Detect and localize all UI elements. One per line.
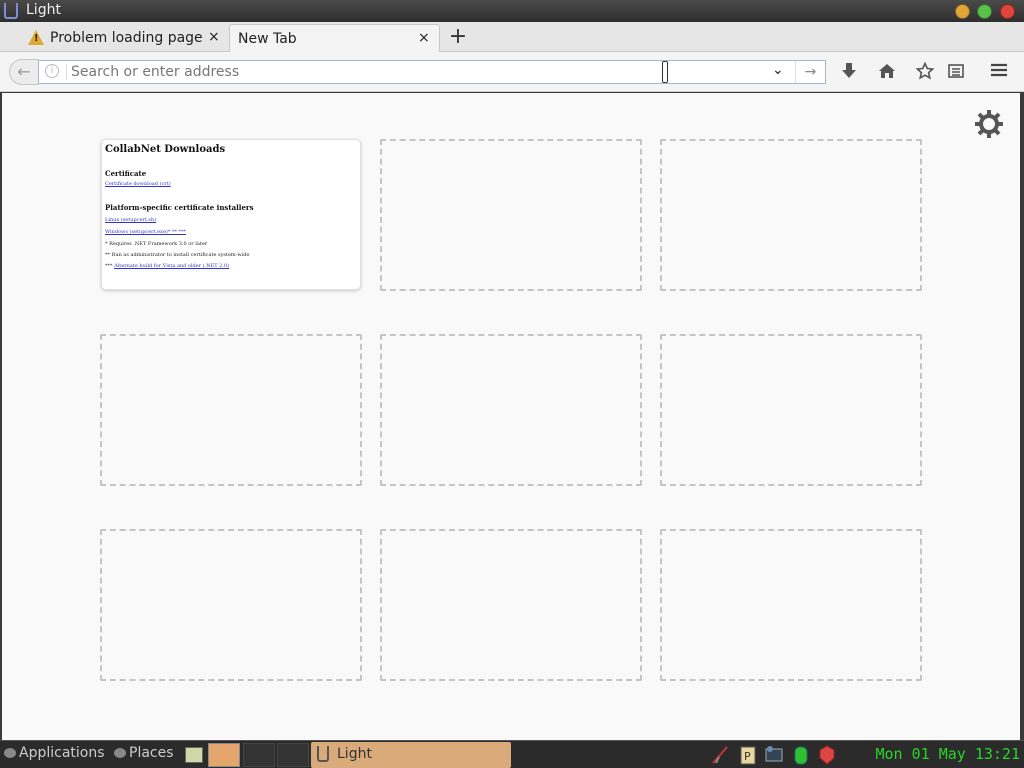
empty-tile[interactable]	[380, 334, 642, 486]
gears-icon	[114, 748, 126, 758]
empty-tile[interactable]	[380, 139, 642, 291]
clipboard-icon[interactable]: P	[738, 744, 758, 766]
url-bar[interactable]: i ⌄ →	[38, 60, 826, 84]
tab-close-button[interactable]: ×	[208, 29, 220, 45]
download-icon[interactable]	[838, 62, 860, 82]
thumbnail-note: *** Alternate build for Vista and older …	[105, 263, 357, 269]
workspace-3[interactable]	[277, 743, 309, 767]
bookmark-star-icon[interactable]	[914, 61, 936, 82]
places-menu[interactable]: Places	[114, 745, 174, 765]
navigation-toolbar: ← i ⌄ →	[0, 52, 1024, 92]
taskbar: Applications Places Light P Mon 01 May 1…	[0, 740, 1024, 768]
thumbnail-link: Certificate download (crt)	[105, 181, 171, 187]
notes-icon[interactable]	[185, 747, 203, 763]
maximize-button[interactable]	[977, 4, 992, 19]
new-tab-button[interactable]: +	[448, 24, 468, 49]
shield-icon[interactable]	[817, 744, 837, 766]
empty-tile[interactable]	[380, 529, 642, 681]
thumbnail-link: Alternate build for Vista and older (.NE…	[114, 263, 230, 269]
svg-text:P: P	[744, 750, 751, 763]
thumbnail-note: ** Run as administrator to install certi…	[105, 252, 250, 258]
tab-close-button[interactable]: ×	[418, 30, 430, 46]
taskbar-window-light[interactable]: Light	[311, 742, 511, 768]
go-button[interactable]: →	[795, 61, 825, 83]
empty-tile[interactable]	[660, 529, 922, 681]
minimize-button[interactable]	[955, 4, 970, 19]
menu-icon[interactable]	[988, 62, 1010, 82]
gear-icon[interactable]	[974, 109, 1004, 139]
url-separator	[66, 64, 67, 80]
thumbnail-heading: Platform-specific certificate installers	[105, 203, 254, 212]
tab-label: New Tab	[238, 31, 297, 47]
battery-icon[interactable]	[791, 744, 811, 766]
thumbnail-link: Linux (setupcert.sh)	[105, 217, 157, 223]
taskbar-window-label: Light	[337, 746, 372, 762]
gears-icon	[4, 748, 16, 758]
applications-menu[interactable]: Applications	[4, 745, 105, 765]
applications-label: Applications	[19, 745, 105, 761]
empty-tile[interactable]	[660, 139, 922, 291]
monitor-icon[interactable]	[764, 744, 784, 766]
address-input[interactable]	[71, 62, 651, 82]
empty-tile[interactable]	[100, 529, 362, 681]
tab-problem-loading[interactable]: ! Problem loading page ×	[22, 24, 226, 52]
home-icon[interactable]	[876, 62, 898, 82]
window-titlebar: Light	[0, 0, 1024, 22]
workspace-1[interactable]	[208, 743, 240, 767]
reading-list-icon[interactable]	[945, 62, 967, 82]
new-tab-page: CollabNet Downloads Certificate Certific…	[2, 93, 1020, 740]
app-logo-icon	[317, 746, 329, 762]
tab-strip: ! Problem loading page × New Tab ×	[0, 22, 1024, 52]
thumbnail-note: * Requires .NET Framework 3.0 or later	[105, 241, 208, 247]
places-label: Places	[129, 745, 174, 761]
chevron-down-icon[interactable]: ⌄	[772, 62, 784, 78]
thumbnail-link: Windows (setupcert.exe)* ** ***	[105, 229, 187, 235]
workspace-2[interactable]	[243, 743, 275, 767]
network-icon[interactable]	[710, 744, 730, 766]
thumbnail-title: CollabNet Downloads	[105, 144, 226, 155]
thumbnail-heading: Certificate	[105, 169, 147, 178]
back-button[interactable]: ←	[9, 59, 39, 85]
warning-icon: !	[28, 30, 44, 45]
tab-new-tab[interactable]: New Tab ×	[229, 24, 440, 52]
text-cursor	[662, 61, 668, 83]
close-window-button[interactable]	[1000, 4, 1015, 19]
empty-tile[interactable]	[660, 334, 922, 486]
window-title: Light	[26, 2, 61, 18]
app-logo-icon	[4, 3, 18, 19]
site-tile-collabnet[interactable]: CollabNet Downloads Certificate Certific…	[101, 139, 361, 290]
clock[interactable]: Mon 01 May 13:21	[876, 745, 1021, 763]
tab-label: Problem loading page	[50, 30, 203, 46]
empty-tile[interactable]	[100, 334, 362, 486]
info-icon[interactable]: i	[45, 64, 59, 78]
note-prefix: ***	[105, 263, 113, 269]
